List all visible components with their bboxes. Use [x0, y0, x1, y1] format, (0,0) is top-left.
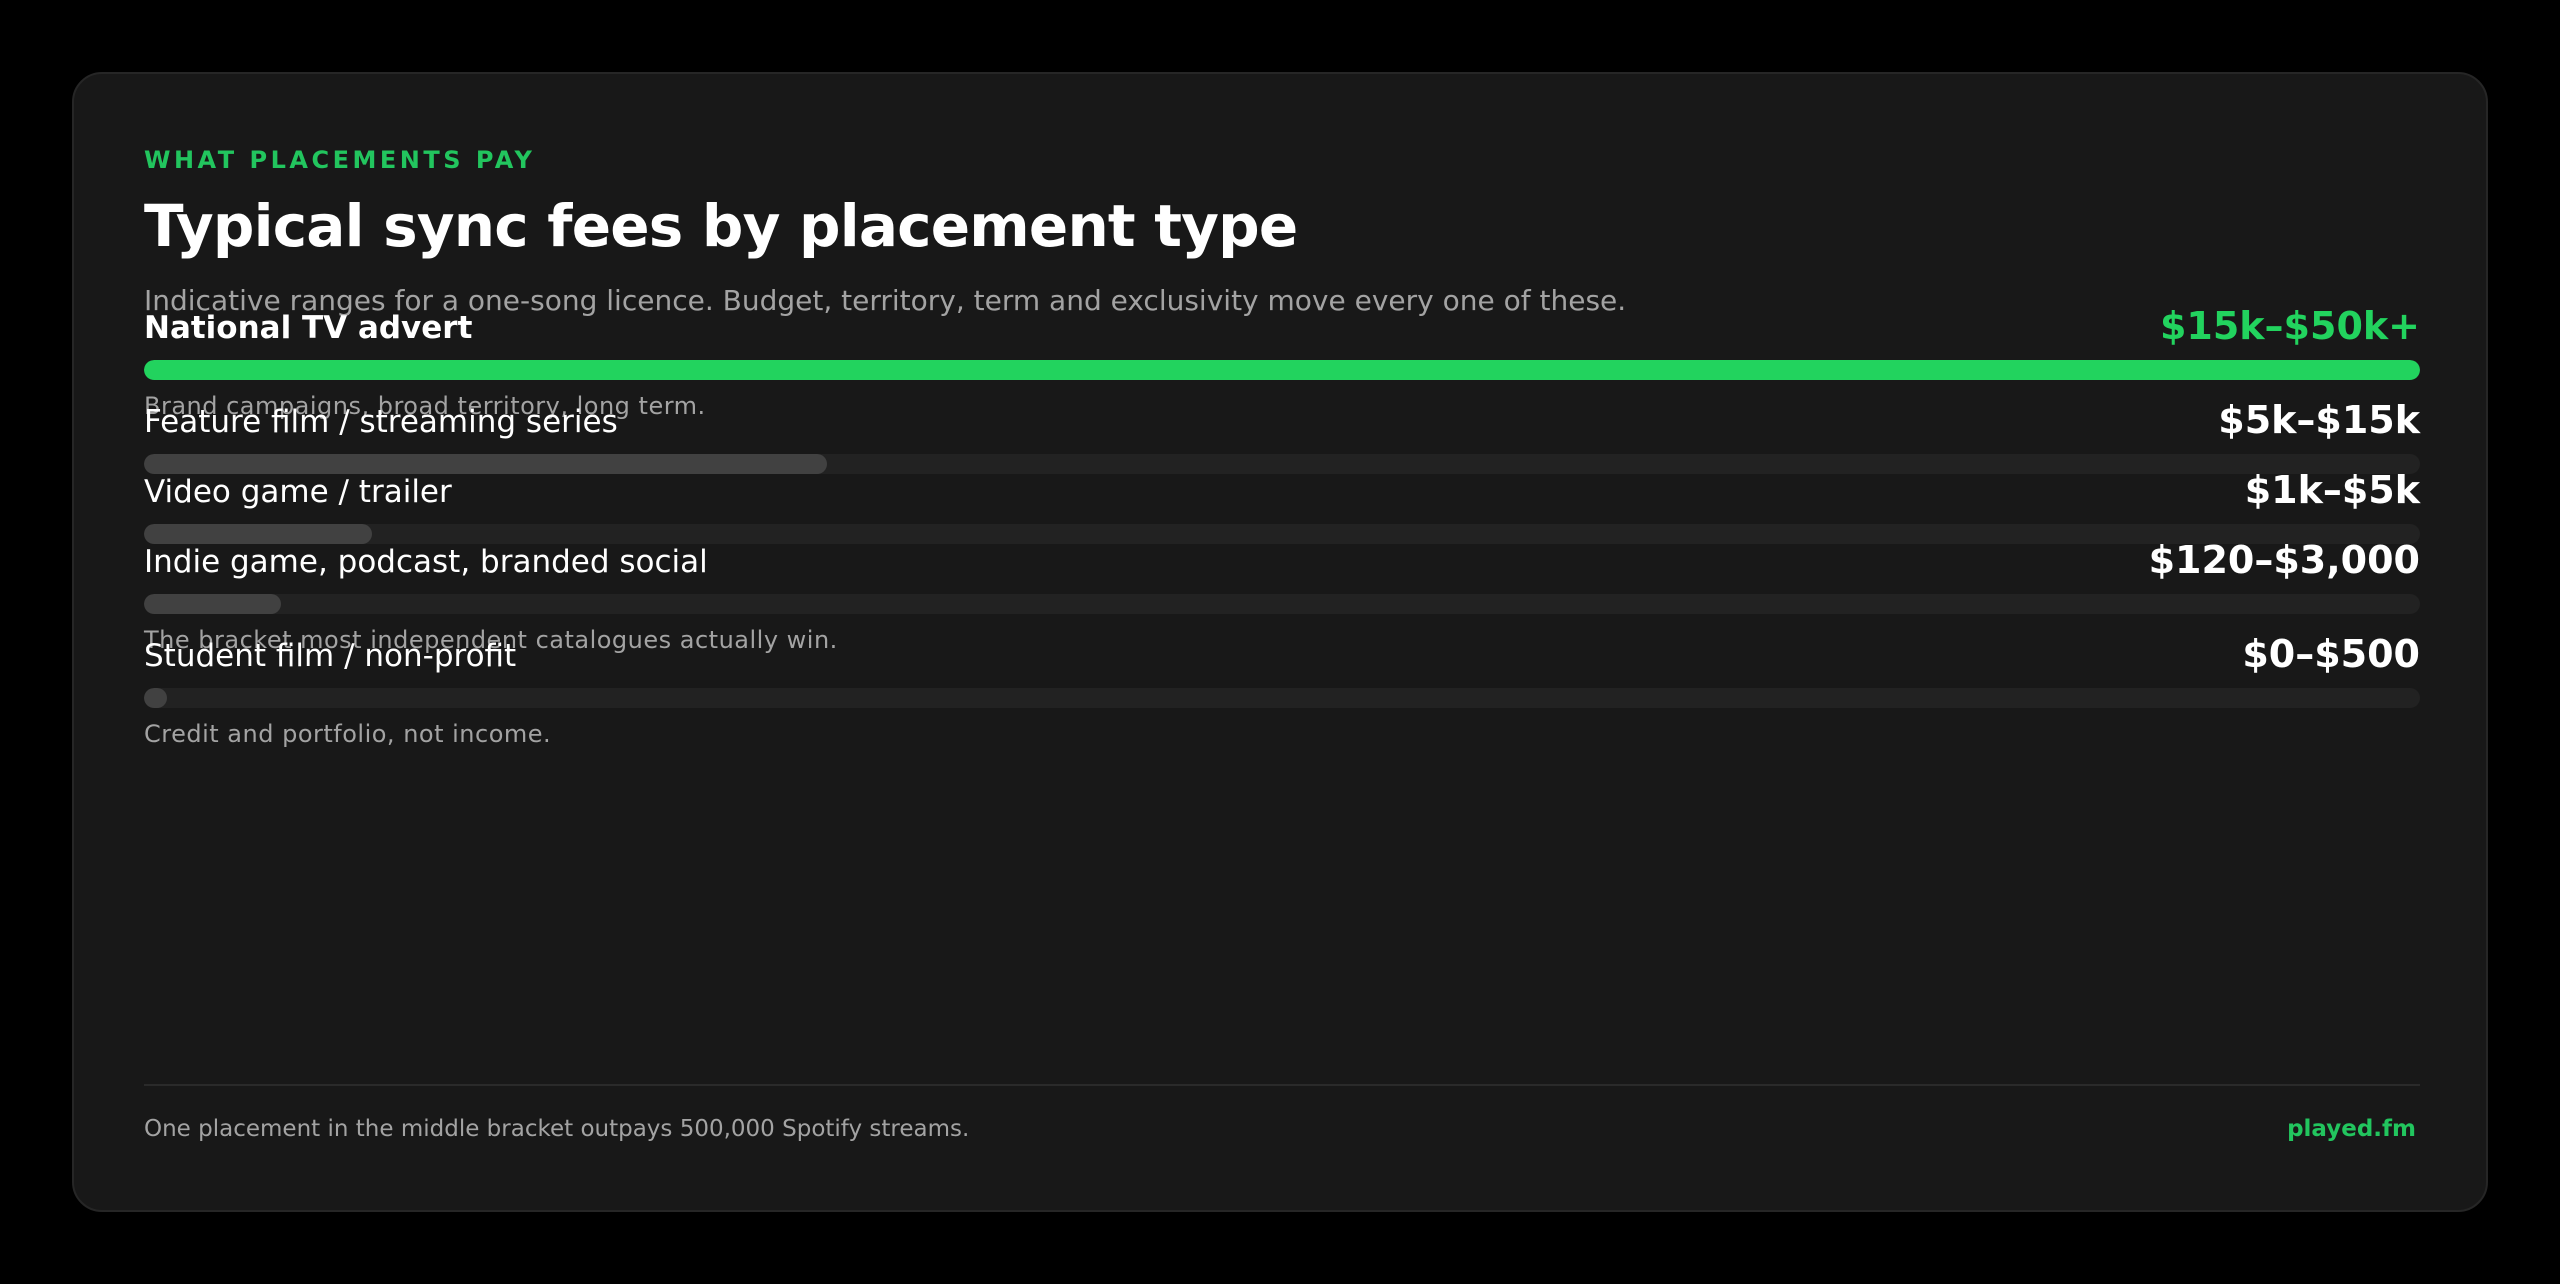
- value-label: $15k–$50k+: [2159, 304, 2420, 348]
- bar-track: [144, 688, 2420, 708]
- value-label: $120–$3,000: [2148, 538, 2420, 582]
- bar-note: Credit and portfolio, not income.: [144, 720, 552, 748]
- bar-track: [144, 524, 2420, 544]
- value-label: $1k–$5k: [2244, 468, 2420, 512]
- category-label: National TV advert: [144, 310, 473, 346]
- category-label: Student film / non-profit: [144, 638, 517, 674]
- chart-title: Typical sync fees by placement type: [144, 192, 1298, 260]
- bar-fill: [144, 524, 372, 544]
- category-label: Video game / trailer: [144, 474, 452, 510]
- footer-divider: [144, 1084, 2420, 1086]
- bar-fill: [144, 360, 2420, 380]
- bar-track: [144, 360, 2420, 380]
- bar-track: [144, 594, 2420, 614]
- footer-note: One placement in the middle bracket outp…: [144, 1116, 970, 1142]
- category-label: Indie game, podcast, branded social: [144, 544, 708, 580]
- bar-track: [144, 454, 2420, 474]
- bar-fill: [144, 454, 827, 474]
- value-label: $5k–$15k: [2218, 398, 2420, 442]
- chart-card: WHAT PLACEMENTS PAY Typical sync fees by…: [72, 72, 2488, 1212]
- value-label: $0–$500: [2242, 632, 2420, 676]
- category-label: Feature film / streaming series: [144, 404, 618, 440]
- eyebrow-label: WHAT PLACEMENTS PAY: [144, 146, 536, 174]
- bar-fill: [144, 688, 167, 708]
- bar-fill: [144, 594, 281, 614]
- brand-link[interactable]: played.fm: [2287, 1116, 2416, 1142]
